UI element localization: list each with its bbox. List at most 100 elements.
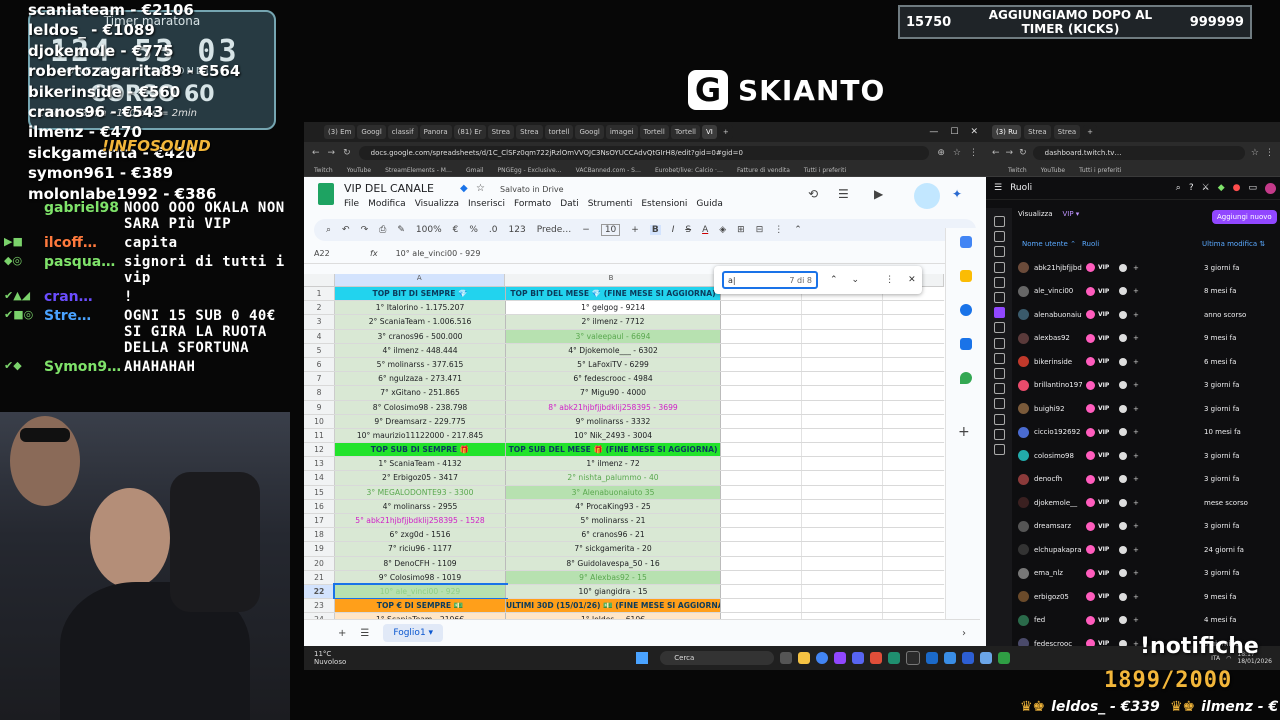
cell-empty[interactable] [802,542,883,556]
cell-empty[interactable] [721,357,802,372]
cell-empty[interactable] [721,329,802,343]
forward-icon[interactable]: → [1006,148,1014,158]
user-name[interactable]: ema_nlz [1034,569,1082,577]
maximize-icon[interactable]: ☐ [950,127,958,137]
row-number[interactable]: 22 [304,584,335,599]
search-menus-icon[interactable]: ⌕ [326,225,331,235]
bookmark-item[interactable]: PNGEgg - Exclusive… [497,167,561,174]
extensions-icon[interactable] [994,368,1005,379]
cell-empty[interactable] [802,457,883,471]
user-name[interactable]: dreamsarz [1034,522,1082,530]
cell-empty[interactable] [802,301,883,315]
analytics-icon[interactable] [994,276,1005,288]
add-role-icon[interactable]: + [1133,358,1139,366]
browser-tab[interactable]: Googl [357,125,386,139]
cell-empty[interactable] [802,443,883,457]
community-icon[interactable] [994,292,1005,303]
browser-tab[interactable]: Strea [516,125,543,139]
bookmark-item[interactable]: YouTube [1041,167,1065,174]
browser-tab[interactable]: Googl [575,125,604,139]
user-name[interactable]: abk21hjbfjjbdkl [1034,264,1082,272]
app-red-icon[interactable] [870,652,883,664]
cell-b[interactable]: 3° Alenabuonaiuto 35 [506,485,721,499]
cell-empty[interactable] [802,570,883,584]
cell-empty[interactable] [802,471,883,485]
cell-empty[interactable] [802,514,883,528]
menu-item[interactable]: File [344,199,359,209]
menu-item[interactable]: Estensioni [641,199,687,209]
row-number[interactable]: 16 [304,499,335,513]
cell-empty[interactable] [883,570,948,584]
bold-icon[interactable]: B [649,225,661,235]
bookmark-star-icon[interactable]: ☆ [953,148,961,158]
sheet-tab[interactable]: Foglio1 ▾ [383,624,444,642]
cell-empty[interactable] [721,471,802,485]
discord-icon[interactable] [852,652,865,664]
settings-icon[interactable] [994,337,1005,349]
row-number[interactable]: 15 [304,485,335,499]
cell-b[interactable]: 10° Nik_2493 - 3004 [506,428,721,443]
weather-widget[interactable]: 11°C Nuvoloso [314,650,346,666]
cell-empty[interactable] [883,428,948,443]
cell-empty[interactable] [883,542,948,556]
col-role-header[interactable]: Ruoli [1082,240,1202,248]
redo-icon[interactable]: ↷ [361,225,369,235]
col-modified-header[interactable]: Ultima modifica ⇅ [1202,240,1265,248]
cell-empty[interactable] [802,343,883,357]
chrome-icon[interactable] [816,652,829,664]
cell-empty[interactable] [883,584,948,599]
steam-icon[interactable] [926,652,939,664]
add-role-icon[interactable]: + [1133,264,1139,272]
strikethrough-icon[interactable]: S [685,225,691,235]
calendar-icon[interactable] [960,236,972,248]
cell-empty[interactable] [802,400,883,414]
all-sheets-icon[interactable]: ☰ [360,628,369,639]
bookmark-item[interactable]: Tutti i preferiti [1079,167,1121,174]
cell-empty[interactable] [883,315,948,329]
browser-tab[interactable]: Panora [419,125,452,139]
menu-dots-icon[interactable]: ⋮ [1265,148,1274,158]
user-name[interactable]: ale_vinci00 [1034,287,1082,295]
cell-a[interactable]: 7° riciu96 - 1177 [335,542,506,556]
browser-tab[interactable]: Tortell [670,125,701,139]
cell-b[interactable]: 7° Migu90 - 4000 [506,386,721,400]
cell-empty[interactable] [883,499,948,513]
browser-tab[interactable]: tortell [544,125,574,139]
cell-b[interactable]: 4° ProcaKing93 - 25 [506,499,721,513]
row-number[interactable]: 7 [304,372,335,386]
bookmark-item[interactable]: YouTube [347,167,371,174]
remove-role-icon[interactable] [1119,381,1127,390]
cell-empty[interactable] [802,599,883,613]
add-role-icon[interactable]: + [1133,405,1139,413]
keep-icon[interactable] [960,270,972,282]
cell-empty[interactable] [883,556,948,570]
text-color-icon[interactable]: A [702,225,708,235]
cell-empty[interactable] [721,428,802,443]
gemini-icon[interactable]: ✦ [952,187,962,201]
add-role-icon[interactable]: + [1133,499,1139,507]
menu-dots-icon[interactable]: ⋮ [969,148,978,158]
merge-cells-icon[interactable]: ⊟ [756,225,764,235]
font-size-field[interactable]: 10 [600,224,621,236]
row-number[interactable]: 19 [304,542,335,556]
history-icon[interactable]: ⟲ [808,187,818,201]
tools-icon[interactable] [994,352,1005,364]
borders-icon[interactable]: ⊞ [737,225,745,235]
user-name[interactable]: ciccio192692 [1034,428,1082,436]
add-role-icon[interactable]: + [1133,334,1139,342]
cell-empty[interactable] [802,485,883,499]
app-green-icon[interactable] [888,652,901,664]
cell-b[interactable]: 5° molinarss - 21 [506,514,721,528]
cell-a[interactable]: 9° Dreamsarz - 229.775 [335,414,506,428]
row-number[interactable]: 17 [304,514,335,528]
remove-role-icon[interactable] [1119,334,1127,343]
browser-tab[interactable]: VI [702,125,717,139]
user-name[interactable]: djokemole__ [1034,499,1082,507]
add-sheet-icon[interactable]: + [338,628,346,639]
find-previous-icon[interactable]: ⌃ [830,275,838,285]
browser-tab[interactable]: Strea [1053,125,1081,139]
row-number[interactable]: 4 [304,329,335,343]
cell-b[interactable]: 2° nishta_palummo - 40 [506,471,721,485]
cell-empty[interactable] [802,584,883,599]
cell-empty[interactable] [883,329,948,343]
